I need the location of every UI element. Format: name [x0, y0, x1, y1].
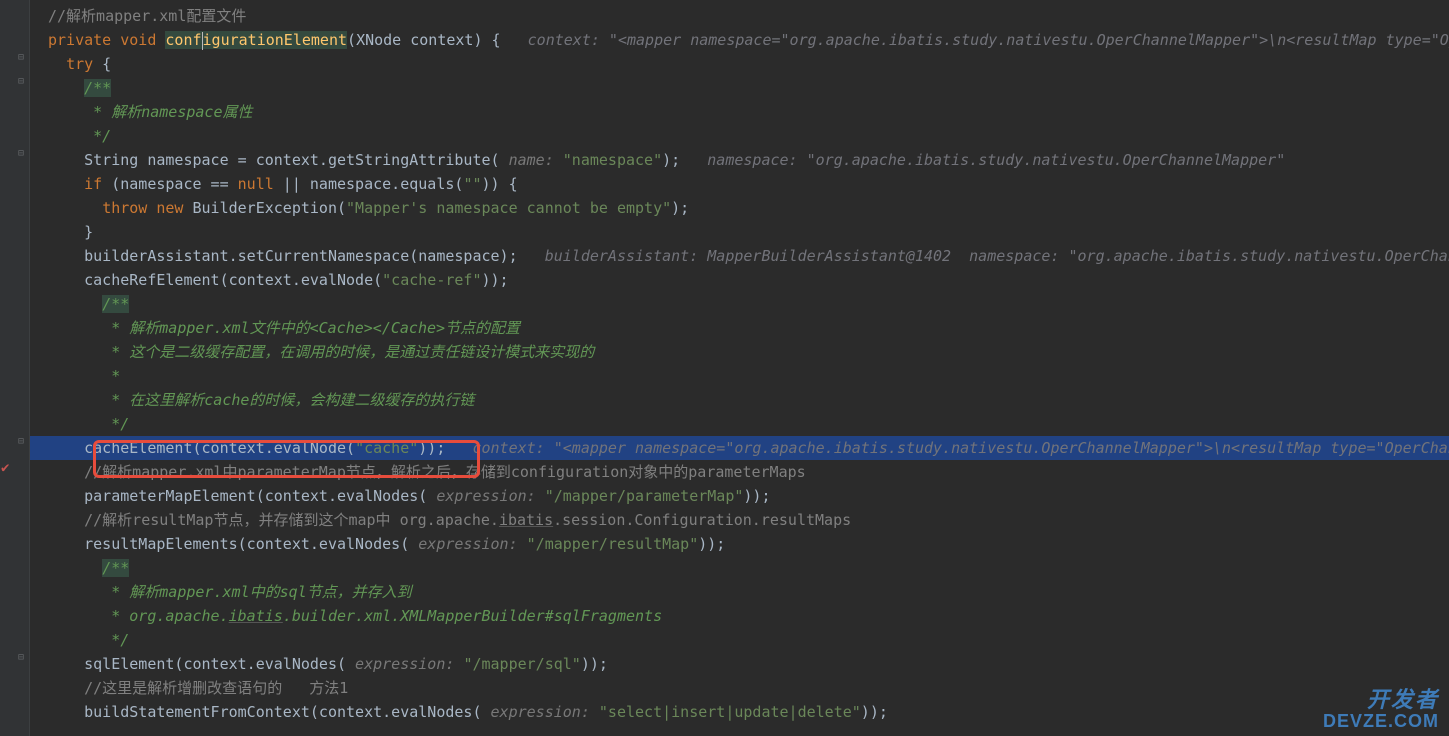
code-text: builderAssistant.setCurrentNamespace(nam… — [84, 247, 517, 265]
editor-gutter: ⊟ ⊟ ⊟ ⊟ ⊟ ✔ — [0, 0, 30, 736]
watermark-top: 开发者 — [1323, 688, 1439, 712]
code-text: (namespace == — [102, 175, 237, 193]
code-text: parameterMapElement(context.evalNodes( — [84, 487, 427, 505]
code-text: buildStatementFromContext(context.evalNo… — [84, 703, 481, 721]
fold-mark[interactable]: ⊟ — [18, 148, 28, 158]
keyword-new: new — [156, 199, 183, 217]
string-literal: "cache-ref" — [382, 271, 481, 289]
string-literal: "" — [463, 175, 481, 193]
string-literal: "/mapper/parameterMap" — [545, 487, 744, 505]
comment: ibatis — [499, 511, 553, 529]
doc-line: * org.apache. — [102, 607, 228, 625]
doc-close: */ — [102, 631, 129, 649]
code-content[interactable]: //解析mapper.xml配置文件 private void configur… — [30, 0, 1449, 736]
fold-mark[interactable]: ⊟ — [18, 76, 28, 86]
inline-hint: context: "<mapper namespace="org.apache.… — [528, 31, 1449, 49]
fold-mark[interactable]: ⊟ — [18, 436, 28, 446]
param-hint: name: — [500, 151, 563, 169]
keyword-try: try — [66, 55, 93, 73]
inline-hint: builderAssistant: MapperBuilderAssistant… — [545, 247, 1449, 265]
string-literal: "namespace" — [563, 151, 662, 169]
doc-close: */ — [84, 127, 111, 145]
param-hint: expression: — [481, 703, 598, 721]
keyword-null: null — [238, 175, 274, 193]
param-type: XNode — [356, 31, 401, 49]
code-text: String namespace = context.getStringAttr… — [84, 151, 499, 169]
breakpoint-icon[interactable]: ✔ — [1, 460, 11, 470]
comment: .session.Configuration.resultMaps — [553, 511, 851, 529]
doc-line: * 解析mapper.xml中的sql节点，并存入到 — [102, 583, 412, 601]
method-configurationElement: configurationElement — [165, 31, 347, 49]
doc-open: /** — [84, 79, 111, 97]
param-hint: expression: — [427, 487, 544, 505]
doc-open: /** — [102, 559, 129, 577]
inline-hint-highlighted: context: "<mapper namespace="org.apache.… — [472, 439, 1449, 457]
comment: //解析resultMap节点，并存储到这个map中 org.apache. — [84, 511, 499, 529]
param-hint: expression: — [409, 535, 526, 553]
fold-mark[interactable]: ⊟ — [18, 52, 28, 62]
code-editor[interactable]: ⊟ ⊟ ⊟ ⊟ ⊟ ✔ //解析mapper.xml配置文件 private v… — [0, 0, 1449, 736]
code-text: || namespace.equals( — [274, 175, 464, 193]
code-text: cacheElement(context.evalNode( — [84, 439, 355, 457]
comment: //这里是解析增删改查语句的 方法1 — [84, 679, 348, 697]
string-literal: "/mapper/sql" — [463, 655, 580, 673]
code-text: sqlElement(context.evalNodes( — [84, 655, 346, 673]
param-hint: expression: — [346, 655, 463, 673]
keyword-void: void — [120, 31, 156, 49]
doc-line: * 解析namespace属性 — [84, 103, 252, 121]
keyword-if: if — [84, 175, 102, 193]
comment: //解析mapper.xml配置文件 — [48, 7, 246, 25]
doc-line: * 在这里解析cache的时候，会构建二级缓存的执行链 — [102, 391, 474, 409]
comment: //解析mapper.xml中parameterMap节点，解析之后，存储到co… — [84, 463, 806, 481]
keyword-private: private — [48, 31, 111, 49]
doc-close: */ — [102, 415, 129, 433]
string-literal: "select|insert|update|delete" — [599, 703, 861, 721]
string-literal: "cache" — [355, 439, 418, 457]
watermark: 开发者 DEVZE.COM — [1323, 688, 1439, 732]
doc-line: * 解析mapper.xml文件中的<Cache></Cache>节点的配置 — [102, 319, 520, 337]
code-text: resultMapElements(context.evalNodes( — [84, 535, 409, 553]
string-literal: "Mapper's namespace cannot be empty" — [346, 199, 671, 217]
string-literal: "/mapper/resultMap" — [527, 535, 699, 553]
doc-open: /** — [102, 295, 129, 313]
keyword-throw: throw — [102, 199, 147, 217]
doc-line: * 这个是二级缓存配置，在调用的时候，是通过责任链设计模式来实现的 — [102, 343, 594, 361]
doc-line: ibatis — [229, 607, 283, 625]
code-text: cacheRefElement(context.evalNode( — [84, 271, 382, 289]
watermark-bottom: DEVZE.COM — [1323, 712, 1439, 732]
param-name: context — [410, 31, 473, 49]
inline-hint: namespace: "org.apache.ibatis.study.nati… — [707, 151, 1285, 169]
fold-mark[interactable]: ⊟ — [18, 652, 28, 662]
doc-line: * — [102, 367, 120, 385]
exception-class: BuilderException — [193, 199, 338, 217]
doc-line: .builder.xml.XMLMapperBuilder#sqlFragmen… — [283, 607, 662, 625]
